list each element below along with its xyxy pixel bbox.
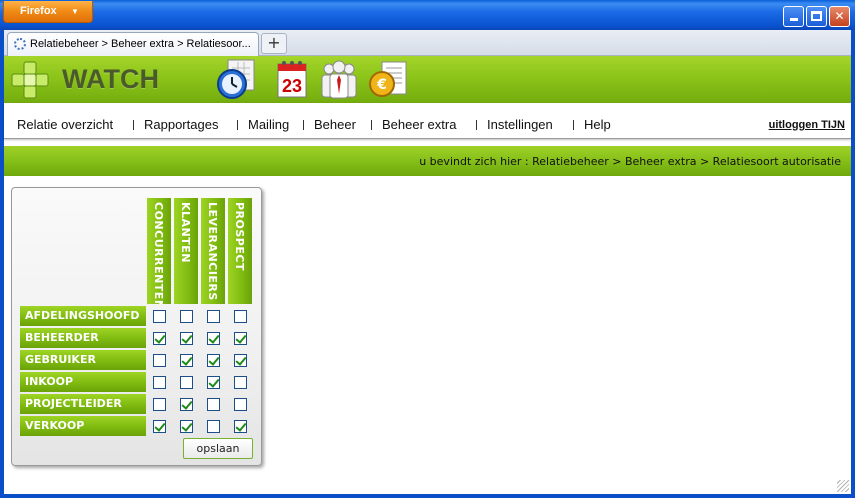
window-frame-right: [851, 30, 855, 498]
chevron-down-icon: ▼: [71, 7, 79, 16]
menu-separator: [237, 120, 238, 130]
clock-icon[interactable]: [214, 58, 258, 100]
permission-checkbox[interactable]: [207, 398, 220, 411]
authorisation-panel: CONCURRENTEN KLANTEN LEVERANCIERS PROSPE…: [11, 187, 262, 466]
menu-beheer[interactable]: Beheer: [314, 117, 356, 132]
permission-checkbox[interactable]: [153, 398, 166, 411]
calendar-icon[interactable]: 23: [272, 58, 316, 100]
browser-tab-title: Relatiebeheer > Beheer extra > Relatieso…: [30, 38, 251, 50]
menu-separator: [573, 120, 574, 130]
permission-checkbox[interactable]: [180, 420, 193, 433]
menu-instellingen[interactable]: Instellingen: [487, 117, 553, 132]
app-logo-text: WATCH: [62, 64, 159, 94]
window-frame-bottom: [0, 494, 855, 498]
menu-separator: [371, 120, 372, 130]
menu-separator: [133, 120, 134, 130]
permission-checkbox[interactable]: [180, 354, 193, 367]
permission-checkbox[interactable]: [234, 332, 247, 345]
permission-checkbox[interactable]: [153, 376, 166, 389]
permission-checkbox[interactable]: [153, 310, 166, 323]
breadcrumb-bar: u bevindt zich hier : Relatiebeheer > Be…: [4, 146, 851, 176]
permission-checkbox[interactable]: [180, 332, 193, 345]
minimize-icon: [789, 18, 798, 21]
window-titlebar: Firefox ▼ ✕: [0, 0, 855, 30]
column-header-prospect: PROSPECT: [228, 198, 252, 304]
permission-checkbox[interactable]: [234, 420, 247, 433]
minimize-button[interactable]: [783, 6, 804, 27]
menu-separator: [303, 120, 304, 130]
column-header-label: LEVERANCIERS: [206, 202, 219, 301]
row-label-beheerder: BEHEERDER: [20, 328, 146, 348]
permission-checkbox[interactable]: [207, 310, 220, 323]
permission-checkbox[interactable]: [153, 354, 166, 367]
permission-checkbox[interactable]: [234, 354, 247, 367]
finance-icon[interactable]: €: [366, 58, 410, 100]
column-header-concurrenten: CONCURRENTEN: [147, 198, 171, 304]
permission-checkbox[interactable]: [180, 310, 193, 323]
permission-checkbox[interactable]: [180, 376, 193, 389]
row-label-gebruiker: GEBRUIKER: [20, 350, 146, 370]
calendar-day-label: 23: [282, 76, 302, 96]
loading-icon: [14, 38, 26, 50]
close-icon: ✕: [834, 9, 845, 23]
logout-link[interactable]: uitloggen TIJN: [769, 119, 845, 131]
menu-help[interactable]: Help: [584, 117, 611, 132]
breadcrumb: u bevindt zich hier : Relatiebeheer > Be…: [419, 155, 841, 168]
permission-checkbox[interactable]: [153, 420, 166, 433]
firefox-menu-label: Firefox: [20, 5, 57, 17]
column-header-label: CONCURRENTEN: [152, 202, 165, 304]
row-label-projectleider: PROJECTLEIDER: [20, 394, 146, 414]
app-header: WATCH 23 €: [4, 56, 851, 103]
column-header-label: PROSPECT: [233, 202, 246, 271]
svg-text:€: €: [376, 77, 387, 93]
permission-checkbox[interactable]: [180, 398, 193, 411]
browser-tab[interactable]: Relatiebeheer > Beheer extra > Relatieso…: [7, 32, 259, 56]
menu-rapportages[interactable]: Rapportages: [144, 117, 218, 132]
column-header-klanten: KLANTEN: [174, 198, 198, 304]
resize-grip[interactable]: [837, 480, 849, 492]
menu-relatie-overzicht[interactable]: Relatie overzicht: [17, 117, 113, 132]
row-label-verkoop: VERKOOP: [20, 416, 146, 436]
column-header-leveranciers: LEVERANCIERS: [201, 198, 225, 304]
permission-checkbox[interactable]: [207, 376, 220, 389]
firefox-menu-button[interactable]: Firefox ▼: [3, 1, 93, 23]
row-label-afdelingshoofd: AFDELINGSHOOFD: [20, 306, 146, 326]
menu-mailing[interactable]: Mailing: [248, 117, 289, 132]
close-button[interactable]: ✕: [829, 6, 850, 27]
permission-checkbox[interactable]: [234, 376, 247, 389]
row-label-inkoop: INKOOP: [20, 372, 146, 392]
menu-beheer-extra[interactable]: Beheer extra: [382, 117, 456, 132]
permission-checkbox[interactable]: [153, 332, 166, 345]
permission-checkbox[interactable]: [207, 420, 220, 433]
watch-logo-icon: [11, 61, 49, 99]
maximize-button[interactable]: [806, 6, 827, 27]
main-menu: Relatie overzicht Rapportages Mailing Be…: [4, 103, 851, 139]
people-icon[interactable]: [317, 58, 361, 100]
permission-checkbox[interactable]: [234, 398, 247, 411]
tab-strip: Relatiebeheer > Beheer extra > Relatieso…: [4, 30, 851, 56]
new-tab-button[interactable]: +: [261, 33, 287, 54]
maximize-icon: [811, 11, 822, 21]
permission-checkbox[interactable]: [207, 332, 220, 345]
permission-checkbox[interactable]: [234, 310, 247, 323]
permission-checkbox[interactable]: [207, 354, 220, 367]
column-header-label: KLANTEN: [179, 202, 192, 263]
save-button[interactable]: opslaan: [183, 438, 253, 459]
menu-separator: [476, 120, 477, 130]
